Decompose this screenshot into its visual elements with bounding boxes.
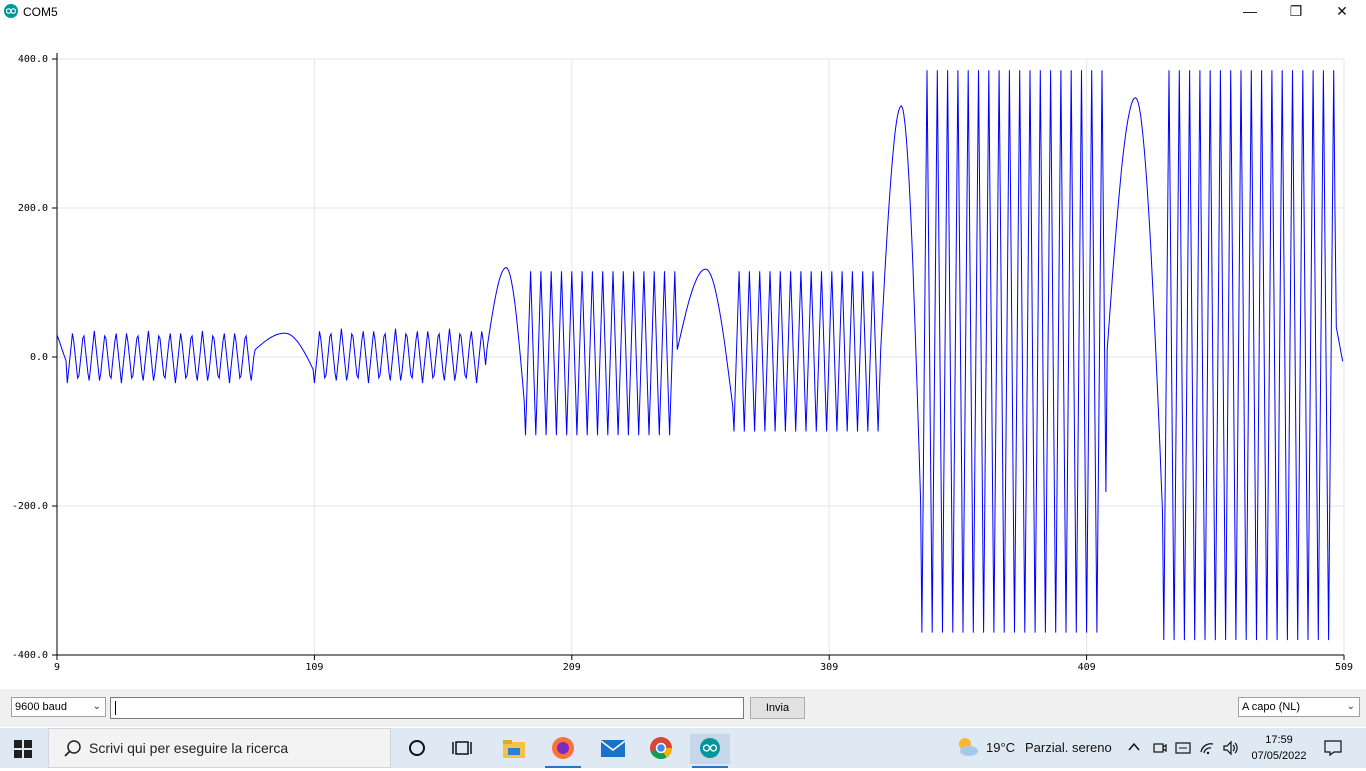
y-tick-label: -200.0 (12, 501, 48, 512)
series-line (56, 70, 1344, 641)
serial-plotter-chart: 400.0 200.0 0.0 -200.0 -400.0 9 109 209 309 409 5… (12, 53, 1353, 670)
plotter-control-bar: 9600 baud ⌄ Invia A capo (NL) ⌄ (0, 689, 1366, 727)
cortana-icon[interactable] (398, 734, 438, 764)
text-caret (115, 701, 116, 715)
y-tick-label: 0.0 (30, 352, 48, 363)
window-title: COM5 (23, 5, 58, 19)
chevron-down-icon: ⌄ (92, 701, 101, 712)
x-tick-label: 509 (1335, 662, 1353, 670)
y-tick-label: 200.0 (18, 203, 48, 214)
y-tick-label: 400.0 (18, 54, 48, 65)
clock-time: 17:59 (1265, 734, 1293, 746)
x-tick-label: 209 (563, 662, 581, 670)
y-tick-label: -400.0 (12, 650, 48, 661)
clock-date: 07/05/2022 (1251, 750, 1307, 762)
title-bar: COM5 — ❐ ✕ (0, 0, 1366, 24)
mail-icon[interactable] (593, 734, 633, 764)
send-text-input[interactable] (110, 697, 744, 719)
x-tick-label: 309 (820, 662, 838, 670)
line-ending-select[interactable]: A capo (NL) ⌄ (1238, 697, 1360, 717)
close-button[interactable]: ✕ (1319, 0, 1365, 24)
wifi-icon[interactable] (1199, 740, 1215, 758)
taskbar-search-box[interactable]: Scrivi qui per eseguire la ricerca (48, 728, 391, 768)
weather-description[interactable]: Parzial. sereno (1025, 740, 1112, 758)
windows-taskbar: Scrivi qui per eseguire la ricerca 19°C … (0, 728, 1366, 768)
x-tick-label: 9 (54, 662, 60, 670)
minimize-button[interactable]: — (1227, 0, 1273, 24)
arduino-icon (4, 4, 18, 18)
x-tick-label: 109 (305, 662, 323, 670)
baud-rate-select[interactable]: 9600 baud ⌄ (11, 697, 106, 717)
weather-icon[interactable] (952, 728, 982, 768)
firefox-icon[interactable] (543, 734, 583, 768)
language-icon[interactable] (1175, 740, 1191, 758)
search-icon (64, 740, 81, 757)
meet-now-icon[interactable] (1152, 740, 1168, 758)
volume-icon[interactable] (1222, 740, 1240, 758)
task-view-icon[interactable] (443, 734, 483, 764)
baud-rate-value: 9600 baud (15, 701, 67, 713)
search-placeholder: Scrivi qui per eseguire la ricerca (89, 740, 289, 756)
chrome-icon[interactable] (641, 734, 681, 764)
line-ending-value: A capo (NL) (1242, 701, 1301, 713)
chevron-down-icon: ⌄ (1346, 701, 1355, 712)
file-explorer-icon[interactable] (494, 734, 534, 764)
windows-start-icon[interactable] (14, 740, 32, 758)
x-tick-label: 409 (1078, 662, 1096, 670)
chevron-up-icon[interactable] (1127, 740, 1141, 758)
send-button[interactable]: Invia (750, 697, 805, 719)
weather-temperature[interactable]: 19°C (986, 740, 1015, 758)
notification-icon[interactable] (1324, 740, 1342, 758)
arduino-taskbar-icon[interactable] (690, 734, 730, 768)
taskbar-clock[interactable]: 17:59 07/05/2022 (1244, 732, 1314, 764)
restore-button[interactable]: ❐ (1273, 0, 1319, 24)
